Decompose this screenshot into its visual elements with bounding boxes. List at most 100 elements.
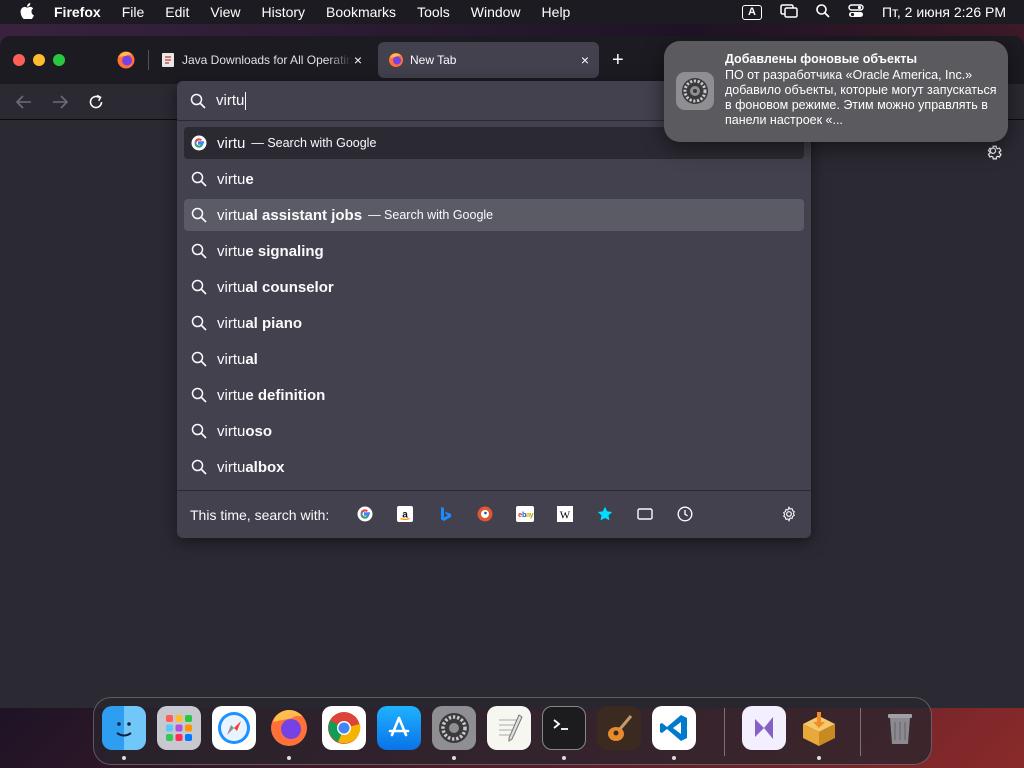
suggestion-text: virtual counselor <box>217 279 334 296</box>
tab-java-downloads[interactable]: Java Downloads for All Operating Systems… <box>150 42 372 78</box>
menu-history[interactable]: History <box>261 4 305 20</box>
svg-text:W: W <box>560 510 571 522</box>
wikipedia-engine-icon[interactable]: W <box>556 505 574 523</box>
suggestion-action-hint: — Search with Google <box>251 136 377 150</box>
duckduckgo-engine-icon[interactable] <box>476 505 494 523</box>
suggestion-completion-part: e definition <box>245 386 326 404</box>
terminal-icon[interactable] <box>542 706 586 750</box>
safari-icon[interactable] <box>212 706 256 750</box>
suggestion-row[interactable]: virtual piano <box>184 307 804 339</box>
apple-icon[interactable] <box>18 2 36 22</box>
menu-view[interactable]: View <box>210 4 240 20</box>
running-indicator <box>287 756 291 760</box>
suggestion-completion-part: oso <box>245 422 273 440</box>
suggestion-text: virtual piano <box>217 315 302 332</box>
menu-tools[interactable]: Tools <box>417 4 450 20</box>
menu-edit[interactable]: Edit <box>165 4 189 20</box>
suggestion-row[interactable]: virtue definition <box>184 379 804 411</box>
history-clock-icon[interactable] <box>676 505 694 523</box>
vscode-icon[interactable] <box>652 706 696 750</box>
menu-bar: Firefox File Edit View History Bookmarks… <box>0 0 1024 24</box>
firefox-view-icon[interactable] <box>116 50 136 70</box>
suggestion-row[interactable]: virtual <box>184 343 804 375</box>
suggestion-text: virtual <box>217 351 258 368</box>
forward-button[interactable] <box>48 90 72 114</box>
new-tab-settings-gear-icon[interactable] <box>984 144 1002 162</box>
search-icon <box>191 315 207 331</box>
suggestion-completion-part: al counselor <box>245 278 334 296</box>
chrome-icon[interactable] <box>322 706 366 750</box>
search-icon <box>191 387 207 403</box>
firefox-dock-icon[interactable] <box>267 706 311 750</box>
system-settings-dock-icon[interactable] <box>432 706 476 750</box>
menu-file[interactable]: File <box>122 4 145 20</box>
menu-bookmarks[interactable]: Bookmarks <box>326 4 396 20</box>
suggestion-completion-part: e <box>245 170 254 188</box>
running-indicator <box>452 756 456 760</box>
menu-app-name[interactable]: Firefox <box>54 4 101 20</box>
app-store-icon[interactable] <box>377 706 421 750</box>
close-tab-icon[interactable]: × <box>581 52 589 68</box>
minimize-window-button[interactable] <box>33 54 45 66</box>
installer-icon[interactable] <box>797 706 841 750</box>
notification-body: ПО от разработчика «Oracle America, Inc.… <box>725 68 997 127</box>
search-icon <box>191 279 207 295</box>
zoom-window-button[interactable] <box>53 54 65 66</box>
suggestion-row[interactable]: virtual assistant jobs — Search with Goog… <box>184 199 804 231</box>
suggestion-text: virtu <box>217 135 245 152</box>
notification-title: Добавлены фоновые объекты <box>725 52 917 66</box>
running-indicator <box>817 756 821 760</box>
dock <box>93 697 932 765</box>
search-icon <box>191 423 207 439</box>
textedit-icon[interactable] <box>487 706 531 750</box>
ebay-engine-icon[interactable]: ebay <box>516 505 534 523</box>
search-settings-gear-icon[interactable] <box>780 505 798 523</box>
running-indicator <box>122 756 126 760</box>
one-off-search-bar: This time, search with: a ebay W <box>177 490 811 538</box>
screen-mirroring-icon[interactable] <box>780 3 798 21</box>
back-button[interactable] <box>12 90 36 114</box>
suggestion-typed-part: virtu <box>217 422 246 440</box>
search-icon <box>191 171 207 187</box>
trash-icon[interactable] <box>878 706 922 750</box>
bing-engine-icon[interactable] <box>436 505 454 523</box>
search-icon <box>191 207 207 223</box>
input-source-indicator[interactable]: A <box>741 4 762 20</box>
suggestion-completion-part: al piano <box>245 314 303 332</box>
finder-icon[interactable] <box>102 706 146 750</box>
launchpad-icon[interactable] <box>157 706 201 750</box>
menu-window[interactable]: Window <box>471 4 521 20</box>
amazon-engine-icon[interactable]: a <box>396 505 414 523</box>
suggestion-text: virtuoso <box>217 423 272 440</box>
tabs-icon[interactable] <box>636 505 654 523</box>
suggestion-row[interactable]: virtuoso <box>184 415 804 447</box>
urlbar-value: virtu <box>216 92 245 109</box>
suggestion-row[interactable]: virtue <box>184 163 804 195</box>
background-items-notification[interactable]: Добавлены фоновые объекты ПО от разработ… <box>664 41 1008 142</box>
suggestion-text: virtual assistant jobs <box>217 207 362 224</box>
search-icon <box>191 243 207 259</box>
menu-help[interactable]: Help <box>542 4 571 20</box>
visual-studio-icon[interactable] <box>742 706 786 750</box>
control-center-icon[interactable] <box>848 3 864 21</box>
menu-clock[interactable]: Пт, 2 июня 2:26 PM <box>882 4 1006 20</box>
garageband-icon[interactable] <box>597 706 641 750</box>
tab-new-tab[interactable]: New Tab × <box>378 42 599 78</box>
spotlight-search-icon[interactable] <box>816 3 830 21</box>
svg-text:y: y <box>530 510 535 519</box>
tab-title: Java Downloads for All Operating Systems <box>182 53 352 67</box>
suggestion-row[interactable]: virtue signaling <box>184 235 804 267</box>
bookmarks-star-icon[interactable] <box>596 505 614 523</box>
suggestion-typed-part: virtu <box>217 170 246 188</box>
close-window-button[interactable] <box>13 54 25 66</box>
close-tab-icon[interactable]: × <box>354 52 362 68</box>
suggestion-row[interactable]: virtual counselor <box>184 271 804 303</box>
suggestion-row[interactable]: virtualbox <box>184 451 804 483</box>
new-tab-button[interactable]: + <box>612 50 624 70</box>
dock-separator <box>860 708 861 756</box>
suggestion-text: virtue signaling <box>217 243 324 260</box>
search-icon <box>191 351 207 367</box>
suggestion-completion-part: albox <box>245 458 285 476</box>
google-engine-icon[interactable] <box>356 505 374 523</box>
reload-button[interactable] <box>84 90 108 114</box>
